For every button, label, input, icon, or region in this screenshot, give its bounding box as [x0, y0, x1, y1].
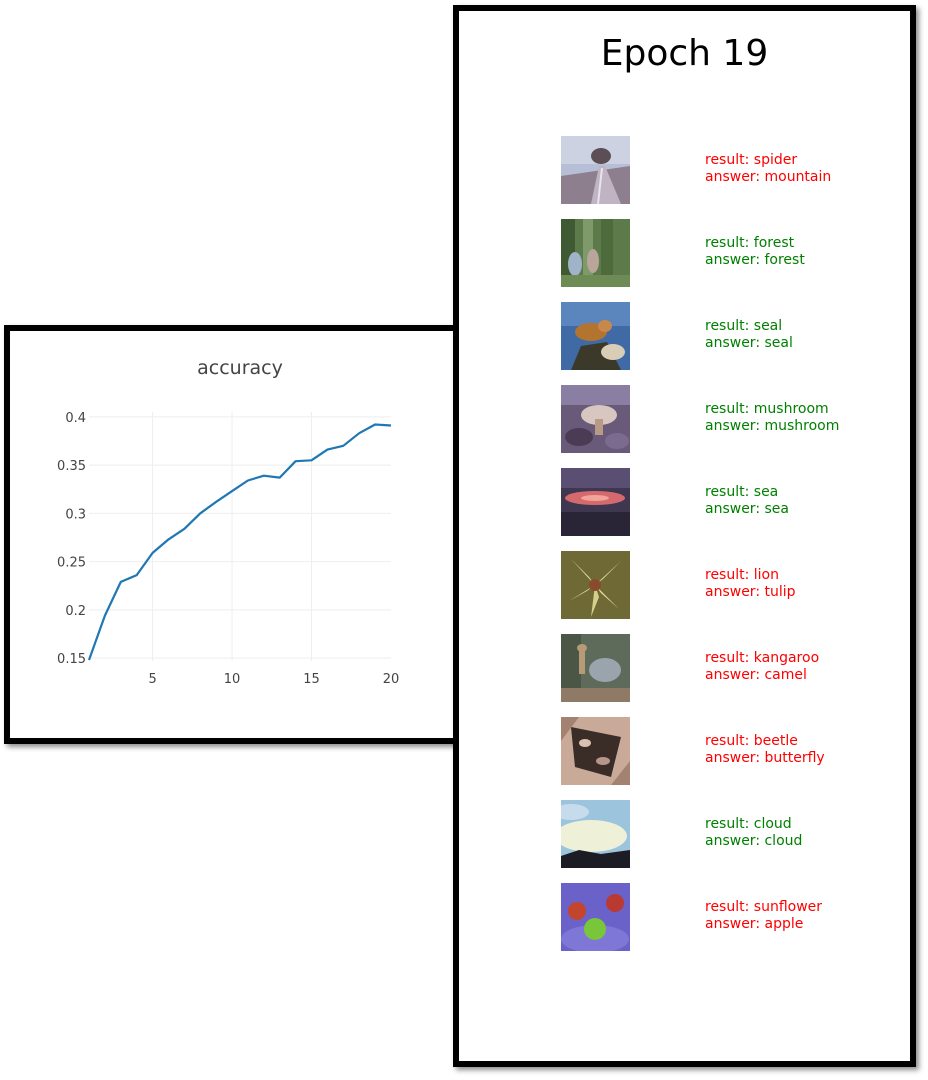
apples-thumbnail — [561, 883, 630, 951]
result-row: result: cloud answer: cloud — [561, 800, 901, 868]
result-labels: result: lion answer: tulip — [705, 567, 796, 601]
camel-thumbnail — [561, 634, 630, 702]
y-tick-label: 0.4 — [65, 411, 86, 426]
sea-sunset-thumbnail — [561, 468, 630, 536]
y-tick-label: 0.35 — [57, 459, 86, 474]
result-text: result: mushroom — [705, 401, 829, 417]
x-tick-label: 20 — [383, 672, 400, 687]
result-labels: result: cloud answer: cloud — [705, 816, 802, 850]
chart-title: accuracy — [197, 357, 283, 379]
result-row: result: sunflower answer: apple — [561, 883, 901, 951]
answer-text: answer: mushroom — [705, 418, 840, 434]
result-labels: result: kangaroo answer: camel — [705, 650, 819, 684]
result-labels: result: beetle answer: butterfly — [705, 733, 825, 767]
forest-thumbnail — [561, 219, 630, 287]
result-labels: result: seal answer: seal — [705, 318, 793, 352]
result-text: result: forest — [705, 235, 795, 251]
seal-thumbnail — [561, 302, 630, 370]
x-tick-label: 5 — [148, 672, 156, 687]
answer-text: answer: forest — [705, 252, 805, 268]
accuracy-chart-panel: 0.15 0.2 0.25 0.3 0.35 0.4 5 10 15 20 accuracy — [4, 325, 461, 744]
answer-text: answer: butterfly — [705, 750, 825, 766]
result-text: result: seal — [705, 318, 783, 334]
answer-text: answer: camel — [705, 667, 807, 683]
result-text: result: beetle — [705, 733, 798, 749]
y-tick-label: 0.15 — [57, 652, 86, 667]
butterfly-thumbnail — [561, 717, 630, 785]
x-tick-label: 10 — [224, 672, 241, 687]
result-labels: result: sea answer: sea — [705, 484, 789, 518]
result-row: result: beetle answer: butterfly — [561, 717, 901, 785]
result-row: result: mushroom answer: mushroom — [561, 385, 901, 453]
accuracy-series-line — [87, 423, 392, 661]
epoch-results-panel: Epoch 19 result: spider answer: mountain — [453, 5, 916, 1067]
answer-text: answer: mountain — [705, 169, 832, 185]
result-labels: result: spider answer: mountain — [705, 152, 831, 186]
result-labels: result: sunflower answer: apple — [705, 899, 822, 933]
mushroom-thumbnail — [561, 385, 630, 453]
cloud-sky-thumbnail — [561, 800, 630, 868]
result-row: result: forest answer: forest — [561, 219, 901, 287]
answer-text: answer: sea — [705, 501, 789, 517]
accuracy-chart: 0.15 0.2 0.25 0.3 0.35 0.4 5 10 15 20 accuracy — [57, 357, 400, 687]
mountain-road-thumbnail — [561, 136, 630, 204]
result-text: result: kangaroo — [705, 650, 820, 666]
y-tick-label: 0.2 — [65, 604, 86, 619]
result-row: result: kangaroo answer: camel — [561, 634, 901, 702]
result-row: result: spider answer: mountain — [561, 136, 901, 204]
answer-text: answer: apple — [705, 916, 804, 932]
x-tick-label: 15 — [303, 672, 320, 687]
answer-text: answer: cloud — [705, 833, 803, 849]
y-tick-label: 0.25 — [57, 556, 86, 571]
result-labels: result: forest answer: forest — [705, 235, 805, 269]
tulip-flower-thumbnail — [561, 551, 630, 619]
epoch-title: Epoch 19 — [600, 33, 769, 74]
result-row: result: lion answer: tulip — [561, 551, 901, 619]
result-row: result: seal answer: seal — [561, 302, 901, 370]
result-text: result: spider — [705, 152, 798, 168]
result-text: result: lion — [705, 567, 779, 583]
result-labels: result: mushroom answer: mushroom — [705, 401, 839, 435]
answer-text: answer: tulip — [705, 584, 796, 600]
y-tick-label: 0.3 — [65, 507, 86, 522]
answer-text: answer: seal — [705, 335, 793, 351]
result-row: result: sea answer: sea — [561, 468, 901, 536]
result-text: result: sea — [705, 484, 779, 500]
result-text: result: sunflower — [705, 899, 823, 915]
result-text: result: cloud — [705, 816, 792, 832]
